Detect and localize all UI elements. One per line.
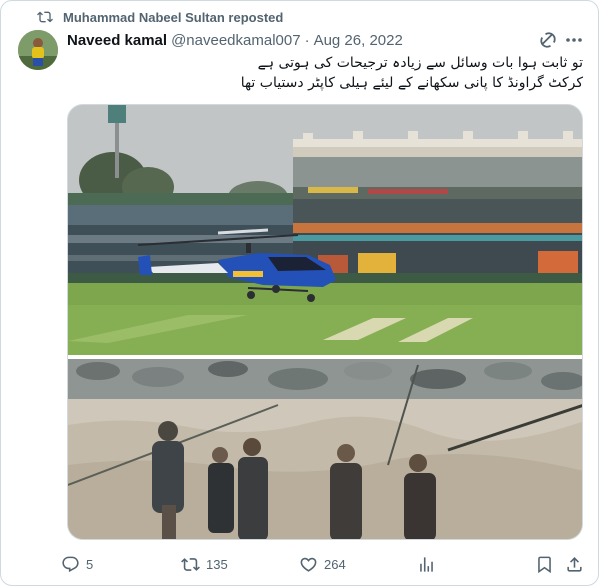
- grok-icon[interactable]: [538, 30, 558, 50]
- like-icon: [300, 557, 317, 572]
- media-image[interactable]: [68, 105, 583, 540]
- author-handle[interactable]: @naveedkamal007: [171, 32, 300, 49]
- views-icon: [420, 556, 433, 572]
- tweet-date[interactable]: Aug 26, 2022: [314, 32, 403, 49]
- header-separator: ·: [304, 31, 310, 49]
- tweet-media[interactable]: [67, 104, 583, 540]
- repost-count: 135: [206, 556, 228, 572]
- repost-icon: [181, 557, 200, 571]
- tweet-actions: 5 135 264: [61, 551, 591, 577]
- flood-crossing-image[interactable]: [68, 359, 583, 540]
- tweet-header: Naveed kamal @naveedkamal007 · Aug 26, 2…: [67, 30, 403, 50]
- tweet-text: تو ثابت ہوا بات وسائل سے زیادہ ترجیحات ک…: [67, 53, 583, 93]
- bookmark-button[interactable]: [535, 551, 560, 577]
- share-button[interactable]: [565, 551, 590, 577]
- repost-label[interactable]: Muhammad Nabeel Sultan reposted: [63, 10, 283, 25]
- reply-button[interactable]: 5: [61, 551, 93, 577]
- views-button[interactable]: [417, 551, 442, 577]
- share-icon: [567, 556, 582, 572]
- repost-icon: [37, 11, 53, 23]
- tweet-card[interactable]: Muhammad Nabeel Sultan reposted Naveed k…: [0, 0, 599, 586]
- author-name[interactable]: Naveed kamal: [67, 32, 167, 49]
- repost-indicator: Muhammad Nabeel Sultan reposted: [37, 7, 283, 27]
- avatar[interactable]: [18, 30, 58, 70]
- like-count: 264: [324, 556, 346, 572]
- tweet-text-line-1: تو ثابت ہوا بات وسائل سے زیادہ ترجیحات ک…: [257, 55, 583, 71]
- helicopter-stadium-image[interactable]: [68, 105, 583, 355]
- more-icon[interactable]: [564, 30, 584, 50]
- bookmark-icon: [538, 556, 551, 573]
- repost-button[interactable]: 135: [181, 551, 228, 577]
- like-button[interactable]: 264: [299, 551, 346, 577]
- reply-icon: [62, 556, 79, 572]
- reply-count: 5: [86, 556, 94, 572]
- tweet-text-line-2: کرکٹ گراونڈ کا پانی سکھانے کے لیئے ہیلی …: [240, 75, 583, 91]
